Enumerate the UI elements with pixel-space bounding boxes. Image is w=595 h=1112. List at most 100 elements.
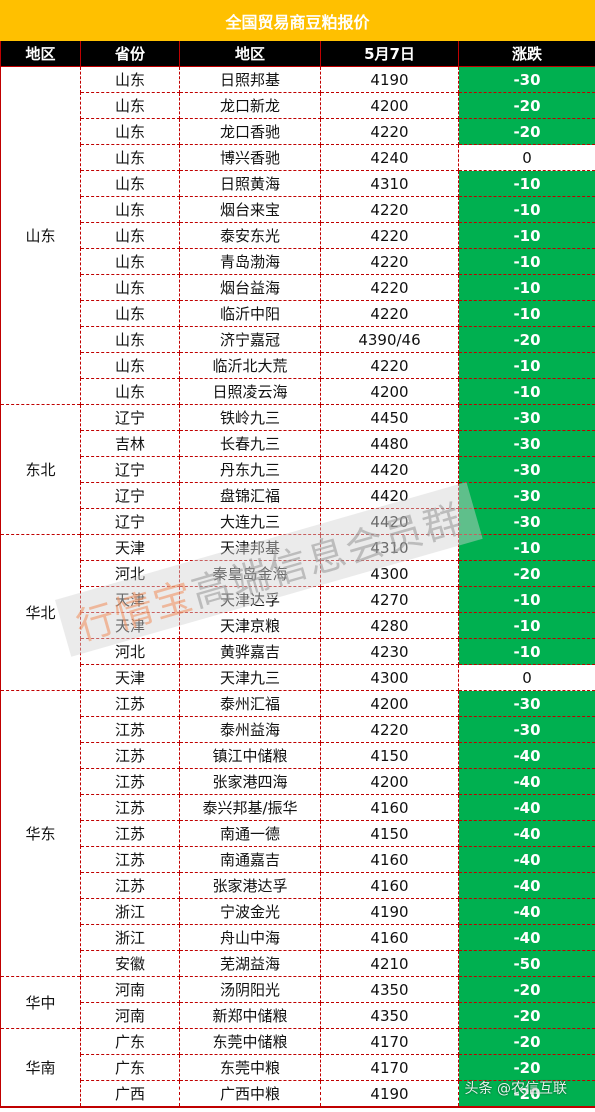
price-cell: 4160 <box>320 872 459 899</box>
price-cell: 4420 <box>320 482 459 509</box>
province-cell: 江苏 <box>80 768 180 795</box>
header-price-date: 5月7日 <box>320 41 459 67</box>
change-cell: -40 <box>458 898 595 925</box>
company-cell: 宁波金光 <box>179 898 321 925</box>
table-row: 华北 天津 天津邦基 4310 -10 <box>0 534 595 691</box>
price-cell: 4170 <box>320 1028 459 1055</box>
table-row: 辽宁 盘锦汇福 4420 -30 <box>1 482 595 509</box>
change-cell: -30 <box>458 430 595 457</box>
company-cell: 汤阴阳光 <box>179 976 321 1003</box>
change-cell: -30 <box>458 66 595 93</box>
table-row: 华南 广东 东莞中储粮 4170 -20 <box>0 1028 595 1108</box>
change-cell: -10 <box>458 534 595 561</box>
change-cell: -20 <box>458 92 595 119</box>
province-cell: 河南 <box>80 1002 180 1029</box>
change-cell: -20 <box>458 1054 595 1081</box>
table-row: 天津 天津京粮 4280 -10 <box>1 612 595 639</box>
price-cell: 4220 <box>320 300 459 327</box>
company-cell: 泰州益海 <box>179 716 321 743</box>
price-cell: 4230 <box>320 638 459 665</box>
company-cell: 天津京粮 <box>179 612 321 639</box>
price-cell: 4150 <box>320 742 459 769</box>
price-cell: 4480 <box>320 430 459 457</box>
change-cell: -40 <box>458 768 595 795</box>
price-cell: 4200 <box>320 690 459 717</box>
company-cell: 舟山中海 <box>179 924 321 951</box>
price-cell: 4160 <box>320 846 459 873</box>
province-cell: 江苏 <box>80 716 180 743</box>
table-row: 山东 泰安东光 4220 -10 <box>1 222 595 249</box>
company-cell: 盘锦汇福 <box>179 482 321 509</box>
table-row: 辽宁 大连九三 4420 -30 <box>1 508 595 535</box>
change-cell: -40 <box>458 820 595 847</box>
company-cell: 东莞中粮 <box>179 1054 321 1081</box>
table-row: 河南 新郑中储粮 4350 -20 <box>1 1002 595 1029</box>
change-cell: -10 <box>458 222 595 249</box>
province-cell: 辽宁 <box>80 456 180 483</box>
price-cell: 4300 <box>320 560 459 587</box>
price-cell: 4220 <box>320 118 459 145</box>
change-cell: -10 <box>458 612 595 639</box>
price-cell: 4220 <box>320 248 459 275</box>
table-row: 山东 山东 日照邦基 4190 -30 <box>0 66 595 405</box>
change-cell: -20 <box>458 560 595 587</box>
price-cell: 4220 <box>320 196 459 223</box>
change-cell: -10 <box>458 248 595 275</box>
table-row: 江苏 南通一德 4150 -40 <box>1 820 595 847</box>
price-cell: 4310 <box>320 534 459 561</box>
company-cell: 日照黄海 <box>179 170 321 197</box>
price-cell: 4150 <box>320 820 459 847</box>
change-cell: -10 <box>458 196 595 223</box>
table-row: 江苏 泰兴邦基/振华 4160 -40 <box>1 794 595 821</box>
province-cell: 辽宁 <box>80 404 180 431</box>
company-cell: 铁岭九三 <box>179 404 321 431</box>
table-row: 江苏 张家港四海 4200 -40 <box>1 768 595 795</box>
province-cell: 河北 <box>80 560 180 587</box>
table-row: 山东 临沂北大荒 4220 -10 <box>1 352 595 379</box>
province-cell: 江苏 <box>80 742 180 769</box>
price-cell: 4190 <box>320 1080 459 1108</box>
province-cell: 江苏 <box>80 794 180 821</box>
region-cell: 华北 <box>0 534 81 691</box>
company-cell: 天津达孚 <box>179 586 321 613</box>
province-cell: 天津 <box>80 664 180 691</box>
table-row: 山东 济宁嘉冠 4390/46 -20 <box>1 326 595 353</box>
table-row: 浙江 舟山中海 4160 -40 <box>1 924 595 951</box>
province-cell: 河南 <box>80 976 180 1003</box>
table-row: 山东 博兴香驰 4240 0 <box>1 144 595 171</box>
soymeal-price-table: 地区 省份 地区 5月7日 涨跌 山东 山东 日照邦基 4190 -30 山东 龙口新龙 42… <box>0 41 595 1108</box>
province-cell: 辽宁 <box>80 482 180 509</box>
company-cell: 镇江中储粮 <box>179 742 321 769</box>
change-cell: -20 <box>458 1028 595 1055</box>
region-cell: 山东 <box>0 66 81 405</box>
table-row: 山东 龙口新龙 4200 -20 <box>1 92 595 119</box>
province-cell: 天津 <box>80 534 180 561</box>
province-cell: 浙江 <box>80 924 180 951</box>
price-cell: 4420 <box>320 508 459 535</box>
change-cell: -20 <box>458 326 595 353</box>
province-cell: 江苏 <box>80 820 180 847</box>
change-cell: -10 <box>458 586 595 613</box>
table-row: 江苏 泰州益海 4220 -30 <box>1 716 595 743</box>
province-cell: 广西 <box>80 1080 180 1108</box>
change-cell: -10 <box>458 274 595 301</box>
company-cell: 芜湖益海 <box>179 950 321 977</box>
table-row: 河北 秦皇岛金海 4300 -20 <box>1 560 595 587</box>
change-cell: -50 <box>458 950 595 977</box>
change-cell: -30 <box>458 404 595 431</box>
price-cell: 4200 <box>320 92 459 119</box>
table-row: 山东 烟台来宝 4220 -10 <box>1 196 595 223</box>
table-row: 吉林 长春九三 4480 -30 <box>1 430 595 457</box>
province-cell: 安徽 <box>80 950 180 977</box>
province-cell: 江苏 <box>80 872 180 899</box>
table-row: 山东 龙口香驰 4220 -20 <box>1 118 595 145</box>
change-cell: -20 <box>458 118 595 145</box>
header-region: 地区 <box>0 41 81 67</box>
company-cell: 烟台来宝 <box>179 196 321 223</box>
company-cell: 丹东九三 <box>179 456 321 483</box>
table-row: 山东 日照凌云海 4200 -10 <box>1 378 595 405</box>
province-cell: 浙江 <box>80 898 180 925</box>
price-cell: 4220 <box>320 716 459 743</box>
change-cell: 0 <box>458 664 595 691</box>
header-province: 省份 <box>80 41 180 67</box>
